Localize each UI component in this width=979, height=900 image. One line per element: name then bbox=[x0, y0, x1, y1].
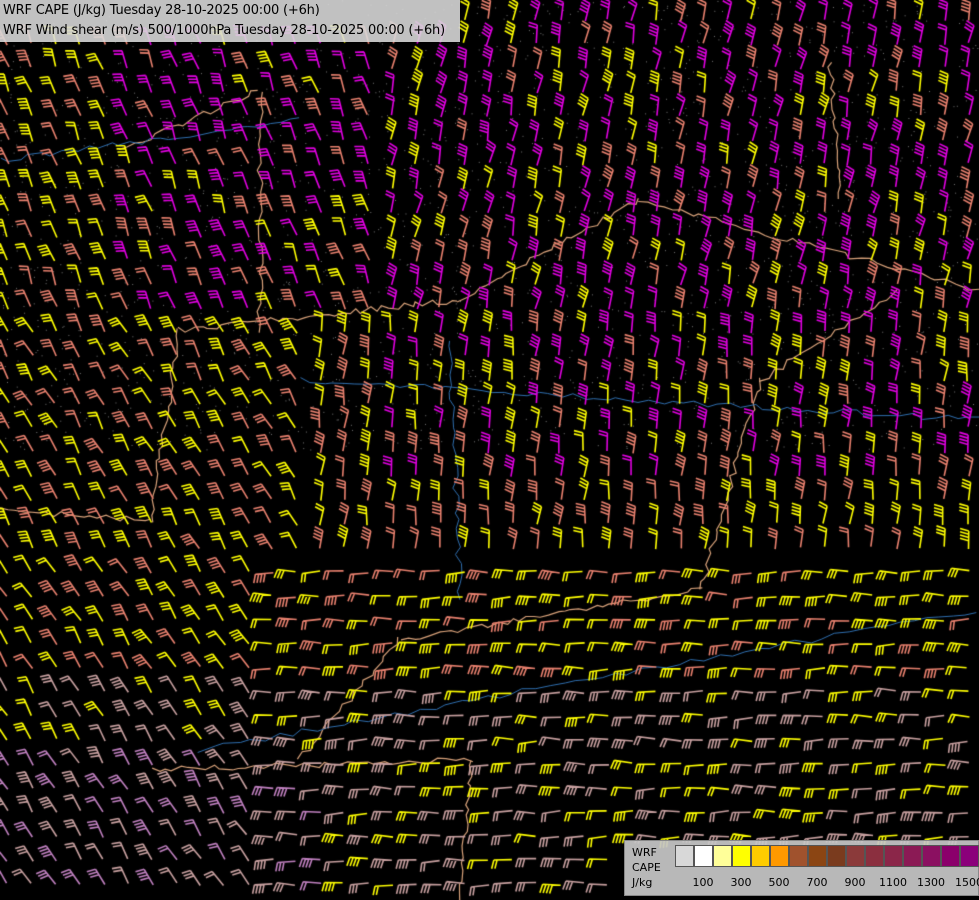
legend-tick-labels: 100 300 500 700 900 1100 1300 1500 bbox=[675, 876, 979, 891]
legend-tick-label: 900 bbox=[844, 876, 866, 889]
legend-tick-label: 1500 bbox=[955, 876, 979, 889]
legend-tick-label: 500 bbox=[768, 876, 790, 889]
legend-unit-label: J/kg bbox=[632, 876, 653, 889]
legend-swatch bbox=[865, 845, 884, 867]
legend-swatch bbox=[694, 845, 713, 867]
legend-tick-label: 300 bbox=[730, 876, 752, 889]
wind-shear-title: WRF Wind shear (m/s) 500/1000hPa Tuesday… bbox=[3, 23, 445, 38]
legend-tick-label: 700 bbox=[806, 876, 828, 889]
legend-field-label: CAPE bbox=[632, 861, 661, 874]
legend-color-scale bbox=[675, 845, 979, 867]
legend-swatch bbox=[827, 845, 846, 867]
legend-swatch bbox=[960, 845, 979, 867]
legend-swatch bbox=[789, 845, 808, 867]
legend-tick-label: 1300 bbox=[917, 876, 945, 889]
legend-swatch bbox=[884, 845, 903, 867]
legend-swatch bbox=[770, 845, 789, 867]
cape-title: WRF CAPE (J/kg) Tuesday 28-10-2025 00:00… bbox=[3, 3, 320, 18]
legend-tick-label: 1100 bbox=[879, 876, 907, 889]
legend-model-label: WRF bbox=[632, 846, 657, 859]
legend-swatch bbox=[751, 845, 770, 867]
legend-swatch bbox=[922, 845, 941, 867]
wind-shear-barb-map bbox=[0, 0, 979, 900]
legend-swatch bbox=[713, 845, 732, 867]
legend-swatch bbox=[808, 845, 827, 867]
legend-swatch bbox=[903, 845, 922, 867]
legend-swatch bbox=[732, 845, 751, 867]
legend-tick-label: 100 bbox=[692, 876, 714, 889]
legend-swatch bbox=[846, 845, 865, 867]
legend-swatch bbox=[941, 845, 960, 867]
legend-swatch bbox=[675, 845, 694, 867]
map-title-box: WRF CAPE (J/kg) Tuesday 28-10-2025 00:00… bbox=[0, 0, 460, 42]
cape-legend: WRF CAPE J/kg 100 300 500 700 900 1100 1300 150… bbox=[624, 840, 979, 896]
